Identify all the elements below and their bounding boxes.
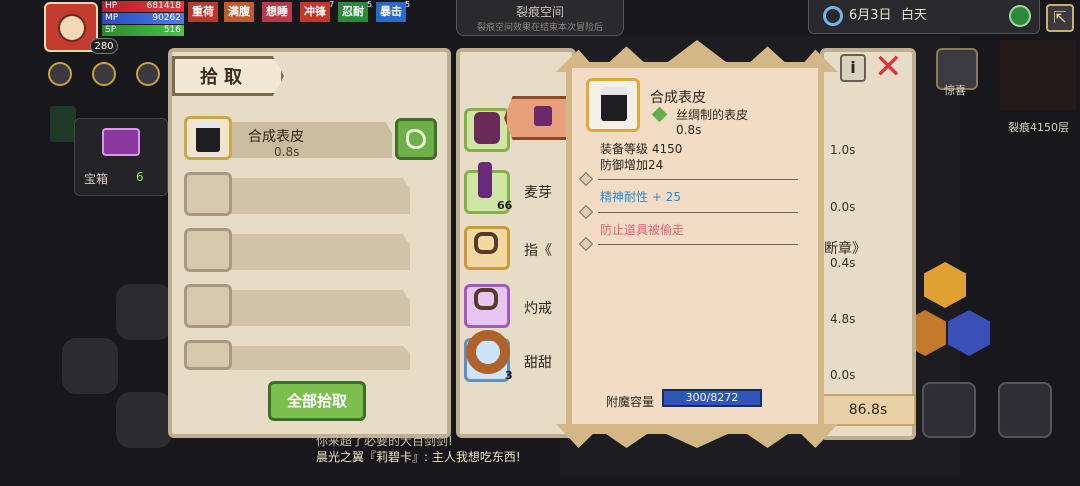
player-level: 280: [90, 38, 118, 54]
loot-time-1: 1.0s: [830, 143, 856, 157]
loot-name-4: 灼戒: [524, 301, 552, 317]
pickup-slot-2[interactable]: [184, 172, 232, 216]
bow-skill-button[interactable]: [922, 382, 976, 438]
rift-banner-subtitle: 裂痕空间效果在结束本次冒险后: [476, 23, 603, 33]
rift-banner: 裂痕空间 裂痕空间效果在结束本次冒险后: [456, 0, 624, 36]
leaf-icon: [406, 129, 426, 149]
status-tag-charge-badge: 7: [329, 0, 335, 9]
chat-line-1: 你来超了必要的大百剑剑!: [316, 434, 453, 448]
loot-time-3: 0.4s: [830, 256, 856, 270]
date-period: 白天: [901, 8, 928, 23]
dpad-down[interactable]: [116, 392, 172, 448]
dpad-up[interactable]: [116, 284, 172, 340]
pickup-item-name: 合成表皮: [248, 129, 304, 145]
skill-icon-3[interactable]: [136, 62, 160, 86]
minimap[interactable]: [1000, 40, 1076, 110]
loot-count-5: 3: [505, 369, 513, 382]
info-button[interactable]: i: [840, 54, 866, 82]
pick-all-button[interactable]: 全部拾取: [268, 381, 366, 421]
tooltip-item-slot: [586, 78, 640, 132]
pickup-item-time: 0.8s: [274, 145, 300, 159]
pickup-row-3[interactable]: [224, 234, 410, 270]
stat-line-2: 防止道具被偷走: [600, 223, 685, 237]
status-tag-charge[interactable]: 冲锋: [300, 2, 330, 22]
enchant-capacity-bar: 300/8272: [662, 389, 762, 407]
status-tag-endure[interactable]: 忍耐: [338, 2, 368, 22]
sword-skill-button[interactable]: [998, 382, 1052, 438]
loot-name-2: 麦芽: [524, 185, 552, 201]
pickup-row-4[interactable]: [224, 290, 410, 326]
cube-icon: [196, 122, 220, 152]
hp-label: HP: [105, 1, 118, 11]
skill-green-icon[interactable]: [50, 106, 76, 142]
sp-bar: SP 516: [102, 25, 184, 36]
pickup-title: 拾取: [200, 67, 248, 88]
pickup-slot-5[interactable]: [184, 340, 232, 370]
exit-button[interactable]: ⇱: [1046, 4, 1074, 32]
pickup-row-2[interactable]: [224, 178, 410, 214]
stat-separator-1: [598, 179, 798, 180]
status-tag-sleepy[interactable]: 想睡: [262, 2, 292, 22]
loot-name-3: 指《: [524, 243, 552, 259]
status-tag-crit-badge: 5: [405, 0, 411, 9]
status-tag-endure-badge: 5: [367, 0, 373, 9]
date-text: 6月3日: [849, 8, 892, 23]
hp-value: 681418: [146, 1, 181, 11]
donut-icon: [466, 330, 510, 374]
mp-label: MP: [105, 13, 119, 23]
skill-icon-2[interactable]: [92, 62, 116, 86]
tooltip-item-name: 合成表皮: [650, 90, 706, 106]
lock-icon: [534, 106, 552, 126]
loot-count-2: 66: [497, 199, 513, 212]
status-tag-full[interactable]: 满腹: [224, 2, 254, 22]
loot-time-4: 4.8s: [830, 312, 856, 326]
tooltip-time: 0.8s: [676, 123, 702, 137]
loot-time-2: 0.0s: [830, 200, 856, 214]
tooltip-cube-icon: [601, 87, 627, 121]
sp-value: 516: [163, 25, 181, 35]
avatar-face: [58, 14, 86, 42]
pickup-slot-4[interactable]: [184, 284, 232, 328]
side-label-right: 惊喜: [944, 84, 966, 97]
ring-icon-gold: [474, 232, 498, 254]
tooltip-defense: 防御增加24: [600, 158, 664, 172]
chat-line-2: 晨光之翼『莉碧卡』: 主人我想吃东西!: [316, 450, 521, 464]
sp-label: SP: [105, 25, 117, 35]
total-time: 86.8s: [820, 394, 916, 426]
mp-bar: MP 90262: [102, 13, 184, 24]
chest-label: 宝箱: [84, 172, 109, 186]
stat-line-1: 精神耐性 + 25: [600, 190, 681, 204]
ring-icon-purple: [474, 288, 498, 310]
pickup-slot-3[interactable]: [184, 228, 232, 272]
status-tag-burden[interactable]: 重荷: [188, 2, 218, 22]
pickup-row-5[interactable]: [224, 346, 410, 370]
chest-count: 6: [136, 170, 144, 184]
close-icon[interactable]: ✕: [874, 50, 903, 84]
globe-icon[interactable]: [1009, 5, 1031, 27]
hp-bar: HP 681418: [102, 1, 184, 12]
skill-icon-1[interactable]: [48, 62, 72, 86]
loot-name-5: 甜甜: [524, 355, 552, 371]
tooltip-material: 丝绸制的表皮: [676, 108, 749, 122]
stat-separator-2: [598, 212, 798, 213]
stat-separator-3: [598, 244, 798, 245]
dpad-left[interactable]: [62, 338, 118, 394]
chest-icon: [102, 128, 140, 156]
sun-icon: [823, 6, 843, 26]
status-tag-crit[interactable]: 暴击: [376, 2, 406, 22]
date-box: 6月3日 白天: [808, 0, 1040, 34]
bottle-icon: [478, 162, 492, 198]
rift-banner-title: 裂痕空间: [515, 5, 564, 19]
equip-button[interactable]: [395, 118, 437, 160]
loot-partial-label: 断章》: [824, 241, 866, 257]
loot-time-5: 0.0s: [830, 368, 856, 382]
enchant-capacity-label: 附魔容量: [606, 395, 655, 409]
tooltip-equip-level: 装备等级 4150: [600, 142, 683, 156]
helmet-icon: [474, 112, 500, 144]
mp-value: 90262: [152, 13, 181, 23]
floor-label: 裂痕4150层: [1008, 121, 1069, 134]
